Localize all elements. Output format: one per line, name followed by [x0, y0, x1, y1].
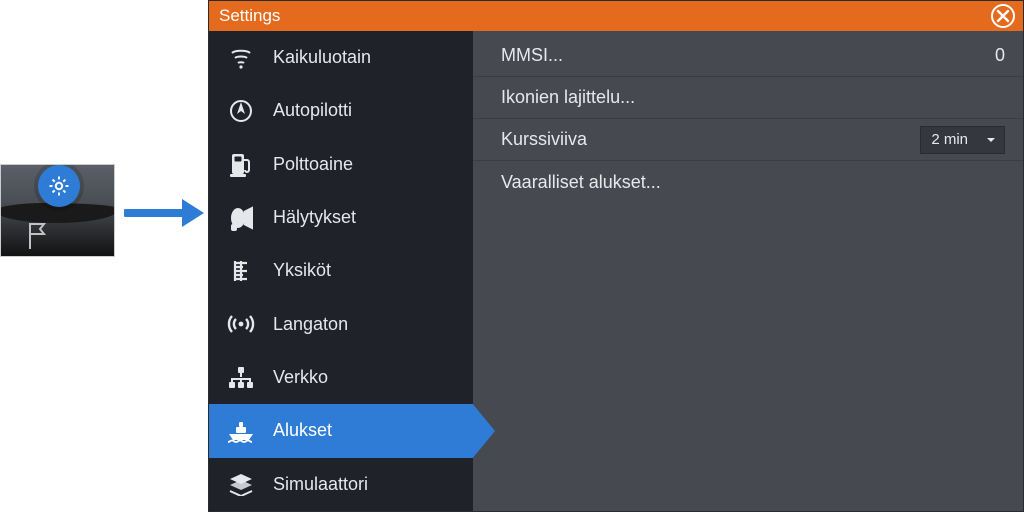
titlebar: Settings — [209, 1, 1023, 31]
fuel-icon — [225, 148, 257, 180]
sidebar-item-label: Autopilotti — [273, 100, 352, 121]
select-value: 2 min — [931, 131, 968, 148]
chevron-down-icon — [986, 135, 996, 145]
settings-gear-button[interactable] — [38, 165, 80, 207]
row-label: Ikonien lajittelu... — [501, 87, 635, 108]
arrow-right-icon — [124, 196, 204, 230]
close-button[interactable] — [991, 4, 1015, 28]
row-course-line[interactable]: Kurssiviiva 2 min — [473, 119, 1023, 161]
sidebar: Kaikuluotain Autopilotti Polttoaine — [209, 31, 473, 511]
sidebar-item-label: Polttoaine — [273, 154, 353, 175]
sidebar-item-vessels[interactable]: Alukset — [209, 404, 473, 457]
row-mmsi[interactable]: MMSI... 0 — [473, 35, 1023, 77]
course-line-select[interactable]: 2 min — [920, 126, 1005, 154]
alarm-icon — [225, 202, 257, 234]
sidebar-item-units[interactable]: Yksiköt — [209, 244, 473, 297]
gear-icon — [47, 174, 71, 198]
row-label: Kurssiviiva — [501, 129, 587, 150]
window-body: Kaikuluotain Autopilotti Polttoaine — [209, 31, 1023, 511]
sidebar-item-autopilot[interactable]: Autopilotti — [209, 84, 473, 137]
source-thumbnail — [0, 164, 115, 257]
sidebar-item-sonar[interactable]: Kaikuluotain — [209, 31, 473, 84]
sonar-icon — [225, 42, 257, 74]
close-icon — [996, 9, 1010, 23]
row-value: 0 — [995, 45, 1005, 66]
sidebar-item-fuel[interactable]: Polttoaine — [209, 138, 473, 191]
window-title: Settings — [219, 6, 280, 26]
autopilot-icon — [225, 95, 257, 127]
sidebar-item-label: Yksiköt — [273, 260, 331, 281]
sidebar-item-alarms[interactable]: Hälytykset — [209, 191, 473, 244]
vessels-icon — [225, 415, 257, 447]
sidebar-item-label: Verkko — [273, 367, 328, 388]
network-icon — [225, 362, 257, 394]
sidebar-item-label: Alukset — [273, 420, 332, 441]
sidebar-item-label: Langaton — [273, 314, 348, 335]
sidebar-item-label: Hälytykset — [273, 207, 356, 228]
sidebar-item-wireless[interactable]: Langaton — [209, 298, 473, 351]
row-icon-sort[interactable]: Ikonien lajittelu... — [473, 77, 1023, 119]
row-label: MMSI... — [501, 45, 563, 66]
settings-window: Settings Kaikuluotain Autopilotti — [208, 0, 1024, 512]
row-label: Vaaralliset alukset... — [501, 172, 661, 193]
simulator-icon — [225, 468, 257, 500]
sidebar-item-simulator[interactable]: Simulaattori — [209, 458, 473, 511]
sidebar-item-label: Simulaattori — [273, 474, 368, 495]
sidebar-item-network[interactable]: Verkko — [209, 351, 473, 404]
sidebar-item-label: Kaikuluotain — [273, 47, 371, 68]
flag-icon — [26, 221, 52, 256]
wireless-icon — [225, 308, 257, 340]
units-icon — [225, 255, 257, 287]
row-dangerous-vessels[interactable]: Vaaralliset alukset... — [473, 161, 1023, 203]
content-panel: MMSI... 0 Ikonien lajittelu... Kurssivii… — [473, 31, 1023, 511]
